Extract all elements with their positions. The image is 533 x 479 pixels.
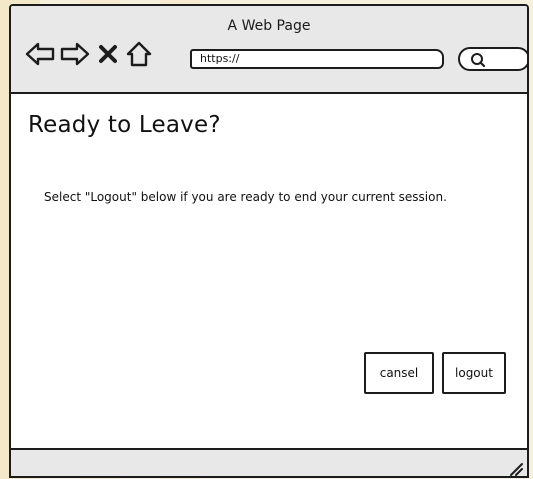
cancel-button[interactable]: cansel (364, 352, 434, 394)
url-field[interactable]: https:// (190, 49, 444, 69)
window-title: A Web Page (227, 18, 311, 34)
logout-button[interactable]: logout (442, 352, 506, 394)
page-content: Ready to Leave? Select "Logout" below if… (11, 94, 527, 448)
status-bar (11, 448, 527, 476)
close-icon[interactable] (97, 41, 119, 67)
logout-message: Select "Logout" below if you are ready t… (44, 190, 447, 204)
search-box[interactable] (458, 47, 527, 72)
resize-grip-icon[interactable] (507, 460, 523, 476)
back-arrow-icon[interactable] (25, 41, 55, 67)
browser-window: A Web Page https:// Ready to Leave? Sele… (9, 4, 529, 478)
page-title: Ready to Leave? (28, 112, 221, 138)
browser-toolbar: A Web Page https:// (11, 6, 527, 94)
search-icon[interactable] (470, 52, 486, 72)
forward-arrow-icon[interactable] (60, 41, 90, 67)
home-icon[interactable] (125, 41, 153, 67)
